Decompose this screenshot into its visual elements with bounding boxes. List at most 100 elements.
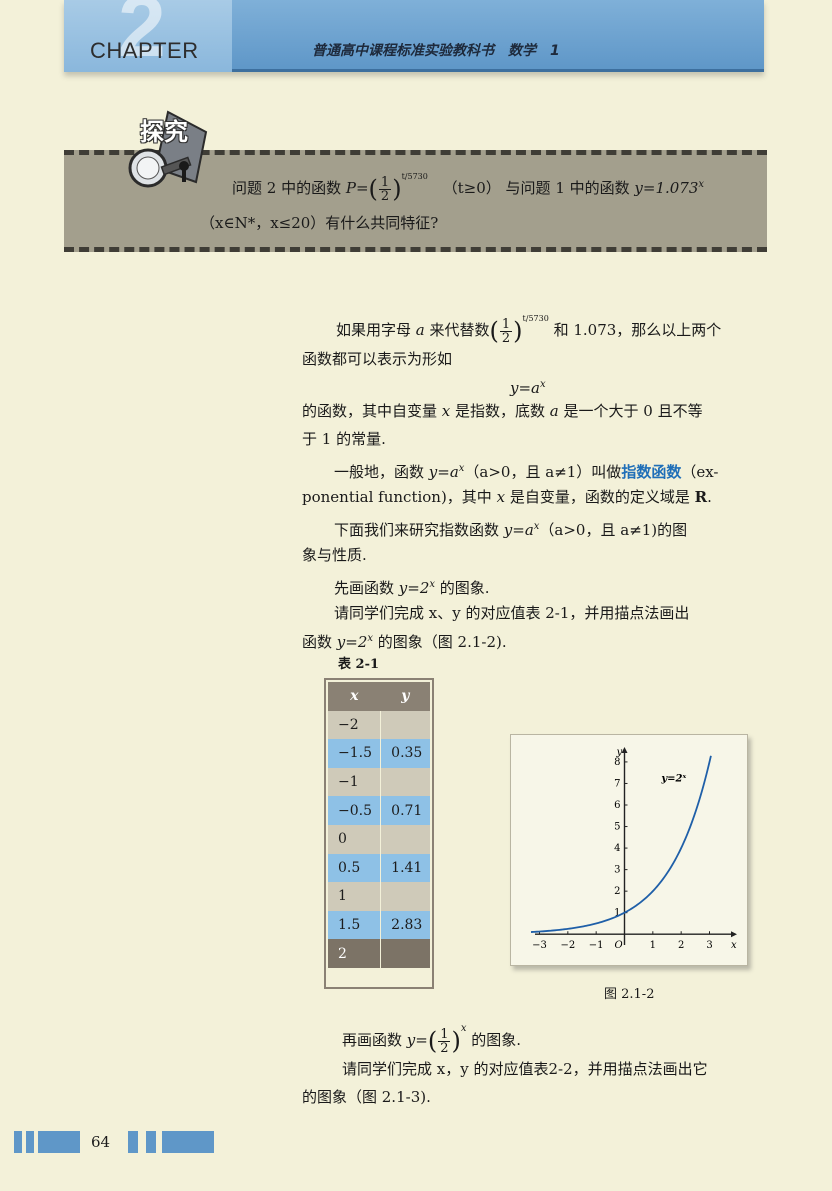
table-cell-y: 1.41 xyxy=(380,853,430,883)
origin-label: O xyxy=(615,940,623,951)
table-cell-y xyxy=(380,824,430,854)
table-cell-x: 0.5 xyxy=(328,853,382,883)
paragraph-8: 象与性质. xyxy=(302,546,367,564)
table-row: 0 xyxy=(328,824,430,854)
p12-b: 的图象. xyxy=(466,1031,522,1049)
formula-y-ax: y=ax xyxy=(510,374,546,399)
table-row: −0.5 0.71 xyxy=(328,796,430,825)
p11-f: y=2 xyxy=(336,633,368,651)
explore-condition: （t≥0） xyxy=(442,179,501,197)
y-tick-label: 3 xyxy=(614,865,620,876)
right-paren: ) xyxy=(392,175,402,203)
table-cell-y xyxy=(380,882,430,911)
p3-x: x xyxy=(441,402,451,420)
p3-a2: a xyxy=(549,402,559,420)
table-cell-x: −1.5 xyxy=(328,739,382,768)
table-cell-x: 0 xyxy=(328,824,382,854)
footer-bar-1 xyxy=(14,1131,22,1153)
p6-c: . xyxy=(707,488,712,506)
p6-R: R xyxy=(694,488,708,506)
explore-exponent: t/5730 xyxy=(401,172,428,181)
p6-x: x xyxy=(496,488,506,506)
paragraph-2: 函数都可以表示为形如 xyxy=(302,350,453,368)
table-header-row: x y xyxy=(328,682,430,711)
p1-a: 如果用字母 xyxy=(336,321,416,339)
p12-a: 再画函数 xyxy=(342,1031,407,1049)
formula-exp: x xyxy=(540,379,546,390)
y-tick-label: 6 xyxy=(614,800,620,811)
paragraph-13: 请同学们完成 x，y 的对应值表2-2，并用描点法画出它 xyxy=(342,1060,708,1078)
explore-label: 探究 xyxy=(140,118,188,146)
p12-left-paren: ( xyxy=(427,1027,438,1055)
table-row: 2 xyxy=(328,939,430,968)
curve-label: y=2ˣ xyxy=(660,773,686,784)
footer-bar-3 xyxy=(38,1131,80,1153)
p6-a: ponential function)，其中 xyxy=(302,488,497,506)
p1-fraction: 12 xyxy=(499,318,513,346)
p1-frac-den: 2 xyxy=(501,330,511,346)
explore-question-line1: 问题 2 中的函数 P=(1 2)t/5730 （t≥0） 与问题 1 中的函数 … xyxy=(232,172,704,203)
explore-p-label: P= xyxy=(345,179,369,197)
table-row: −1.5 0.35 xyxy=(328,739,430,768)
y-axis-arrow xyxy=(621,747,628,753)
formula: y=a xyxy=(510,379,540,397)
paragraph-6: ponential function)，其中 x 是自变量，函数的定义域是 R. xyxy=(302,486,712,508)
footer-bar-4 xyxy=(128,1131,138,1153)
p5-b: （a>0，且 a≠1）叫做 xyxy=(464,463,622,481)
table-cell-y: 2.83 xyxy=(380,910,430,940)
p3-a: 的函数，其中自变量 xyxy=(302,402,442,420)
paragraph-7: 下面我们来研究指数函数 y=ax（a>0，且 a≠1)的图 xyxy=(334,516,687,541)
table-cell-x: −1 xyxy=(328,767,382,797)
table-caption: 表 2-1 xyxy=(338,657,380,672)
y-tick-label: 2 xyxy=(614,886,620,897)
explore-text-b: 与问题 1 中的函数 xyxy=(505,179,635,197)
x-tick-label: −3 xyxy=(532,940,547,951)
table-cell-y xyxy=(380,939,430,968)
page-number: 64 xyxy=(91,1133,111,1151)
p11-a: 函数 xyxy=(302,633,337,651)
paragraph-9: 先画函数 y=2x 的图象. xyxy=(334,574,490,599)
table-cell-x: 2 xyxy=(328,939,382,968)
x-axis-label: x xyxy=(731,940,737,951)
p1-right-paren: ) xyxy=(513,317,523,345)
p12-right-paren: ) xyxy=(451,1027,461,1055)
paragraph-5: 一般地，函数 y=ax（a>0，且 a≠1）叫做指数函数（ex- xyxy=(334,458,718,483)
table-cell-y xyxy=(380,767,430,797)
p6-b: 是自变量，函数的定义域是 xyxy=(505,488,695,506)
p5-f: y=a xyxy=(428,463,459,481)
x-tick-label: 1 xyxy=(650,940,656,951)
table-cell-x: −0.5 xyxy=(328,796,382,825)
p7-f: y=a xyxy=(503,521,534,539)
p12-fraction: 12 xyxy=(438,1026,451,1055)
term-exponential-function: 指数函数 xyxy=(621,463,682,481)
frac-num: 1 xyxy=(378,174,392,190)
exponential-plot: xyO−3 −2 −1 1 2 312345678y=2ˣ xyxy=(530,747,737,951)
p1-var: a xyxy=(415,321,425,339)
x-tick-label: 3 xyxy=(706,940,712,951)
explore-y-func: y=1.073 xyxy=(634,179,699,197)
p12-y: y= xyxy=(406,1031,428,1049)
x-tick-label: 2 xyxy=(678,940,684,951)
frac-den: 2 xyxy=(380,188,390,204)
p1-left-paren: ( xyxy=(489,317,499,345)
table-cell-x: 1 xyxy=(328,882,382,911)
p7-b: （a>0，且 a≠1)的图 xyxy=(539,521,688,539)
table-cell-x: 1.5 xyxy=(328,910,382,940)
y-tick-label: 4 xyxy=(614,843,620,854)
y-tick-label: 8 xyxy=(614,757,620,768)
table-cell-y: 0.71 xyxy=(380,796,430,825)
p3-b: 是指数，底数 xyxy=(450,402,550,420)
y-tick-label: 5 xyxy=(614,822,620,833)
paragraph-4: 于 1 的常量. xyxy=(302,430,386,448)
p1-exp: t/5730 xyxy=(522,314,549,323)
x-axis-arrow xyxy=(731,931,737,938)
explore-text-a: 问题 2 中的函数 xyxy=(232,179,346,197)
footer-bar-2 xyxy=(26,1131,34,1153)
p9-a: 先画函数 xyxy=(334,579,399,597)
paragraph-12: 再画函数 y=(1 2)x 的图象. xyxy=(342,1018,521,1055)
explore-y-exp: x xyxy=(698,179,705,190)
left-paren: ( xyxy=(368,175,378,203)
paragraph-3: 的函数，其中自变量 x 是指数，底数 a 是一个大于 0 且不等 xyxy=(302,400,703,422)
p9-b: 的图象. xyxy=(435,579,490,597)
p12-frac-num: 1 xyxy=(438,1026,451,1042)
